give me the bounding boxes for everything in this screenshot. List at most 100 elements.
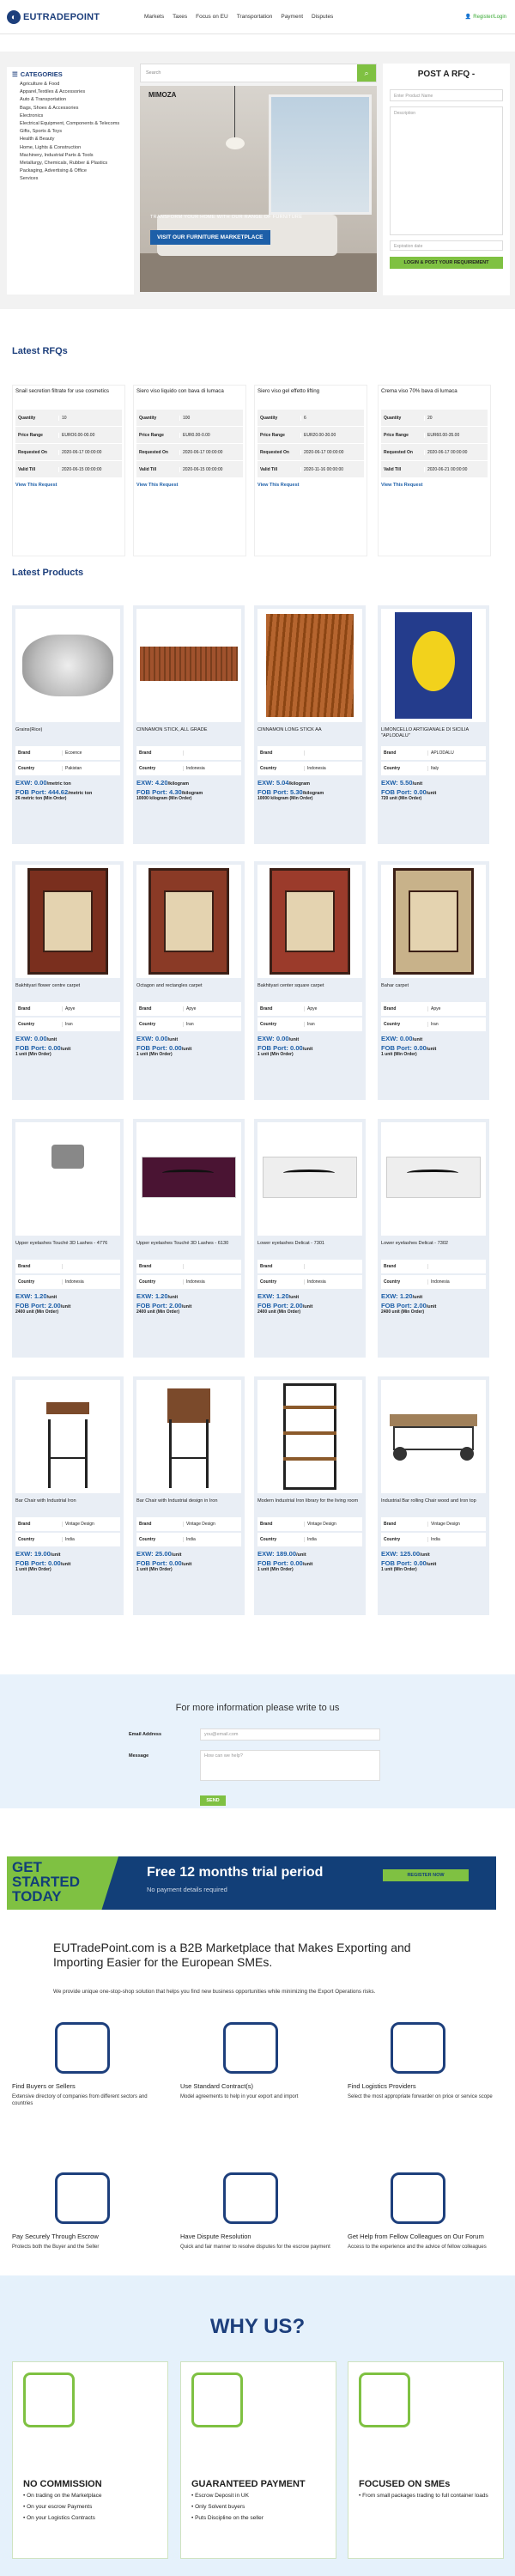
register-login-link[interactable]: 👤 Register/Login xyxy=(465,14,506,21)
product-title[interactable]: Octagon and rectangles carpet xyxy=(136,983,241,1002)
product-card[interactable]: Bar Chair with Industrial design in Iron… xyxy=(133,1376,245,1615)
expiration-date-input[interactable]: Expiration date xyxy=(390,240,503,251)
send-button[interactable]: SEND xyxy=(200,1795,226,1806)
nav-markets[interactable]: Markets xyxy=(144,14,164,20)
product-image[interactable] xyxy=(136,865,241,978)
category-item[interactable]: Machinery, Industrial Parts & Tools xyxy=(7,152,134,160)
product-image[interactable] xyxy=(15,1380,120,1493)
product-image[interactable] xyxy=(136,609,241,722)
product-image[interactable] xyxy=(258,865,362,978)
product-title[interactable]: Bar Chair with Industrial Iron xyxy=(15,1498,120,1517)
category-item[interactable]: Electrical Equipment, Components & Telec… xyxy=(7,120,134,128)
rfq-title[interactable]: Snail secretion filtrate for use cosmeti… xyxy=(15,388,122,409)
product-title[interactable]: CINNAMON LONG STICK AA xyxy=(258,727,362,746)
product-image[interactable] xyxy=(381,865,486,978)
rfq-title[interactable]: Crema viso 70% bava di lumaca xyxy=(381,388,488,409)
product-card[interactable]: CINNAMON STICK, ALL GRADE Brand Country Ind… xyxy=(133,605,245,844)
product-image[interactable] xyxy=(136,1122,241,1236)
nav-payment[interactable]: Payment xyxy=(281,14,303,20)
product-card[interactable]: Lower eyelashes Delicat - 7302 Brand Count… xyxy=(378,1119,489,1358)
product-card[interactable]: CINNAMON LONG STICK AA Brand Country Indone… xyxy=(254,605,366,844)
product-card[interactable]: Upper eyelashes Touché 3D Lashes - 6130 B… xyxy=(133,1119,245,1358)
banner-cta-button[interactable]: VISIT OUR FURNITURE MARKETPLACE xyxy=(150,230,270,245)
email-input[interactable]: you@email.com xyxy=(200,1728,380,1741)
min-order: 2400 unit (Min Order) xyxy=(258,1309,301,1315)
nav-disputes[interactable]: Disputes xyxy=(312,14,333,20)
product-title[interactable]: CINNAMON STICK, ALL GRADE xyxy=(136,727,241,746)
register-now-button[interactable]: REGISTER NOW xyxy=(383,1869,469,1881)
nav-focus-eu[interactable]: Focus on EU xyxy=(196,14,228,20)
product-card[interactable]: Upper eyelashes Touché 3D Lashes - 4776 B… xyxy=(12,1119,124,1358)
hero-banner[interactable]: MIMOZA TRANSFORM YOUR HOME WITH OUR RANG… xyxy=(140,86,377,292)
rfq-title[interactable]: Siero viso gel effetto lifting xyxy=(258,388,364,409)
product-title[interactable]: Bar Chair with Industrial design in Iron xyxy=(136,1498,241,1517)
category-item[interactable]: Packaging, Advertising & Office xyxy=(7,167,134,175)
feature-title: Find Buyers or Sellers xyxy=(12,2082,76,2090)
why-item-text: Only Solvent buyers xyxy=(195,2504,245,2510)
nav-transportation[interactable]: Transportation xyxy=(237,14,273,20)
view-request-link[interactable]: View This Request xyxy=(15,483,122,488)
view-request-link[interactable]: View This Request xyxy=(381,483,488,488)
view-request-link[interactable]: View This Request xyxy=(258,483,364,488)
product-title[interactable]: Bahar carpet xyxy=(381,983,486,1002)
feature-description: Model agreements to help in your export … xyxy=(180,2094,299,2099)
rfq-row: Price Range EUR20.00-30.00 xyxy=(258,426,364,443)
product-title[interactable]: Lower eyelashes Delicat - 7302 xyxy=(381,1241,486,1260)
category-item[interactable]: Home, Lights & Construction xyxy=(7,144,134,152)
product-title[interactable]: Bakhtiyari flower centre carpet xyxy=(15,983,120,1002)
category-item[interactable]: Bags, Shoes & Accessories xyxy=(7,105,134,112)
globe-icon: ◐ xyxy=(7,10,21,24)
fob-value: 2.00 xyxy=(289,1302,303,1309)
nav-taxes[interactable]: Taxes xyxy=(173,14,187,20)
product-card[interactable]: Bakhtiyari center square carpet Brand Apye… xyxy=(254,861,366,1100)
product-card[interactable]: LIMONCELLO ARTIGIANALE DI SICILIA "APLOD… xyxy=(378,605,489,844)
product-title[interactable]: Grains(Rice) xyxy=(15,727,120,746)
category-item[interactable]: Metallurgy, Chemicals, Rubber & Plastics xyxy=(7,160,134,167)
product-image[interactable] xyxy=(381,1380,486,1493)
product-card[interactable]: Octagon and rectangles carpet Brand Apye Co… xyxy=(133,861,245,1100)
rfq-title[interactable]: Siero viso liquido con bava di lumaca xyxy=(136,388,243,409)
product-image[interactable] xyxy=(15,609,120,722)
login-post-button[interactable]: LOGIN & POST YOUR REQUIREMENT xyxy=(390,257,503,269)
product-image[interactable] xyxy=(258,609,362,722)
product-image[interactable] xyxy=(136,1380,241,1493)
category-item[interactable]: Agriculture & Food xyxy=(7,81,134,88)
logo[interactable]: ◐ EUTRADEPOINT xyxy=(7,10,100,24)
product-card[interactable]: Grains(Rice) Brand Ecoence Country Pakistan E… xyxy=(12,605,124,844)
search-button[interactable]: ⌕ xyxy=(357,64,376,82)
product-name-input[interactable]: Enter Product Name xyxy=(390,89,503,101)
product-image[interactable] xyxy=(258,1122,362,1236)
product-image[interactable] xyxy=(15,1122,120,1236)
category-item[interactable]: Gifts, Sports & Toys xyxy=(7,128,134,136)
view-request-link[interactable]: View This Request xyxy=(136,483,243,488)
category-item[interactable]: Services xyxy=(7,175,134,183)
product-card[interactable]: Modern Industrial Iron library for the l… xyxy=(254,1376,366,1615)
description-textarea[interactable]: Description xyxy=(390,106,503,235)
message-textarea[interactable]: How can we help? xyxy=(200,1750,380,1781)
product-title[interactable]: LIMONCELLO ARTIGIANALE DI SICILIA "APLOD… xyxy=(381,727,486,746)
product-title[interactable]: Bakhtiyari center square carpet xyxy=(258,983,362,1002)
rfq-value: 2020-06-17 00:00:00 xyxy=(58,449,122,455)
product-title[interactable]: Lower eyelashes Delicat - 7301 xyxy=(258,1241,362,1260)
product-image[interactable] xyxy=(258,1380,362,1493)
category-item[interactable]: Apparel,Textiles & Accessories xyxy=(7,88,134,96)
product-card[interactable]: Bar Chair with Industrial Iron Brand Vinta… xyxy=(12,1376,124,1615)
product-title[interactable]: Industrial Bar rolling Chair wood and Ir… xyxy=(381,1498,486,1517)
product-card[interactable]: Bahar carpet Brand Apye Country Iran EXW: 0.0… xyxy=(378,861,489,1100)
product-card[interactable]: Industrial Bar rolling Chair wood and Ir… xyxy=(378,1376,489,1615)
product-title[interactable]: Upper eyelashes Touché 3D Lashes - 6130 xyxy=(136,1241,241,1260)
exw-label: EXW: xyxy=(15,1292,33,1300)
rfq-label: Price Range xyxy=(260,432,285,438)
product-card[interactable]: Bakhtiyari flower centre carpet Brand Apye… xyxy=(12,861,124,1100)
category-item[interactable]: Electronics xyxy=(7,112,134,120)
category-item[interactable]: Health & Beauty xyxy=(7,136,134,143)
product-card[interactable]: Lower eyelashes Delicat - 7301 Brand Count… xyxy=(254,1119,366,1358)
product-title[interactable]: Upper eyelashes Touché 3D Lashes - 4776 xyxy=(15,1241,120,1260)
search-input[interactable]: Search xyxy=(146,70,161,76)
category-item[interactable]: Auto & Transportation xyxy=(7,96,134,104)
product-image[interactable] xyxy=(381,1122,486,1236)
product-attr-row: Country India xyxy=(15,1533,120,1546)
product-image[interactable] xyxy=(381,609,486,722)
product-image[interactable] xyxy=(15,865,120,978)
product-title[interactable]: Modern Industrial Iron library for the l… xyxy=(258,1498,362,1517)
